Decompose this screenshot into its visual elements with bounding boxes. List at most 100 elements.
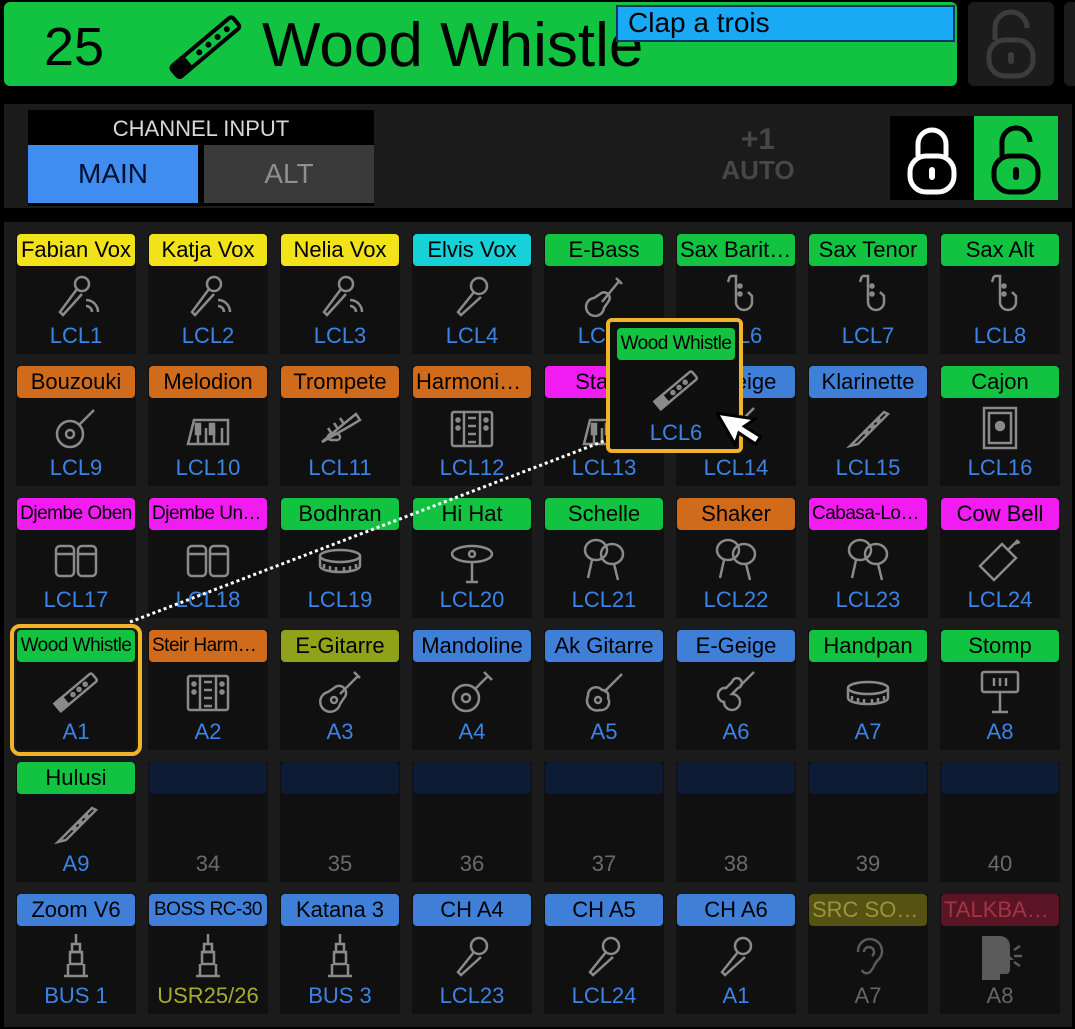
channel-tile-katana-3[interactable]: Katana 3 BUS 3	[280, 894, 400, 1014]
channel-tile-handpan[interactable]: Handpan A7	[808, 630, 928, 750]
wireless-mic-icon	[52, 272, 100, 320]
channel-tile-cow-bell[interactable]: Cow Bell LCL24	[940, 498, 1060, 618]
channel-label: Ak Gitarre	[545, 630, 663, 662]
channel-source: LCL24	[571, 983, 637, 1008]
channel-source: A8	[986, 983, 1014, 1008]
channel-tile-talkback[interactable]: TALKBACK A8	[940, 894, 1060, 1014]
channel-source: LCL1	[49, 323, 103, 348]
channel-source: LCL19	[307, 587, 373, 612]
channel-tile-e-geige[interactable]: E-Geige A6	[676, 630, 796, 750]
channel-source: LCL11	[308, 455, 372, 480]
channel-tile-zoom-v6[interactable]: Zoom V6 BUS 1	[16, 894, 136, 1014]
auto-increment-button[interactable]: +1 AUTO	[718, 123, 798, 185]
channel-source: 39	[855, 851, 881, 876]
channel-name: Wood Whistle	[262, 11, 644, 80]
channel-source: 35	[327, 851, 353, 876]
channel-tile-empty-35[interactable]: 35	[280, 762, 400, 882]
channel-tile-ch-a4[interactable]: CH A4 LCL23	[412, 894, 532, 1014]
channel-label: Fabian Vox	[17, 234, 135, 266]
header-side-panel	[1064, 2, 1075, 86]
channel-source: A9	[62, 851, 90, 876]
channel-label	[809, 762, 927, 794]
channel-label: SRC SOLO	[809, 894, 927, 926]
channel-source: A7	[854, 983, 882, 1008]
auto-plus-label: +1	[740, 123, 776, 156]
clarinet-icon	[844, 404, 892, 452]
channel-label: Hulusi	[17, 762, 135, 794]
channel-tile-hulusi[interactable]: Hulusi A9	[16, 762, 136, 882]
saxophone-icon	[712, 272, 760, 320]
channel-label: Melodion	[149, 366, 267, 398]
channel-tile-steir-harmonika[interactable]: Steir Harmonika A2	[148, 630, 268, 750]
channel-tile-empty-38[interactable]: 38	[676, 762, 796, 882]
channel-name-input[interactable]: Clap a trois	[616, 5, 955, 42]
channel-tile-trompete[interactable]: Trompete LCL11	[280, 366, 400, 486]
channel-source: 37	[591, 851, 617, 876]
channel-tile-ak-gitarre[interactable]: Ak Gitarre A5	[544, 630, 664, 750]
channel-tile-e-gitarre[interactable]: E-Gitarre A3	[280, 630, 400, 750]
whistle-icon	[52, 668, 100, 716]
header-lock-button[interactable]	[968, 2, 1054, 86]
lock-button[interactable]	[890, 116, 974, 200]
accordion-icon	[184, 668, 232, 716]
acoustic-guitar-icon	[580, 668, 628, 716]
channel-label	[413, 762, 531, 794]
channel-tile-wood-whistle[interactable]: Wood Whistle A1	[10, 624, 142, 756]
channel-tile-stomp[interactable]: Stomp A8	[940, 630, 1060, 750]
channel-tile-katja-vox[interactable]: Katja Vox LCL2	[148, 234, 268, 354]
channel-tile-djembe-oben[interactable]: Djembe Oben LCL17	[16, 498, 136, 618]
stomp-icon	[976, 668, 1024, 716]
channel-tile-djembe-unten[interactable]: Djembe Unten LCL18	[148, 498, 268, 618]
channel-source: 34	[195, 851, 221, 876]
cowbell-icon	[976, 536, 1024, 584]
channel-source: LCL24	[967, 587, 1033, 612]
channel-tile-elvis-vox[interactable]: Elvis Vox LCL4	[412, 234, 532, 354]
channel-tile-nelia-vox[interactable]: Nelia Vox LCL3	[280, 234, 400, 354]
channel-grid: Fabian Vox LCL1 Katja Vox LCL2 Nelia Vox LCL3…	[4, 222, 1072, 1027]
channel-tile-fabian-vox[interactable]: Fabian Vox LCL1	[16, 234, 136, 354]
unlock-button[interactable]	[974, 116, 1058, 200]
channel-source: LCL17	[43, 587, 109, 612]
channel-label: Mandoline	[413, 630, 531, 662]
microphone-icon	[448, 272, 496, 320]
channel-tile-sax-alt[interactable]: Sax Alt LCL8	[940, 234, 1060, 354]
channel-source: LCL2	[181, 323, 235, 348]
channel-tile-ch-a5[interactable]: CH A5 LCL24	[544, 894, 664, 1014]
jack-icon	[184, 932, 232, 980]
channel-tile-cabasa-loewe[interactable]: Cabasa-Loewe LCL23	[808, 498, 928, 618]
channel-tile-empty-37[interactable]: 37	[544, 762, 664, 882]
channel-tile-hi-hat[interactable]: Hi Hat LCL20	[412, 498, 532, 618]
channel-tile-mandoline[interactable]: Mandoline A4	[412, 630, 532, 750]
channel-label: Zoom V6	[17, 894, 135, 926]
jack-icon	[316, 932, 364, 980]
channel-label: Cow Bell	[941, 498, 1059, 530]
channel-tile-empty-36[interactable]: 36	[412, 762, 532, 882]
saxophone-icon	[976, 272, 1024, 320]
channel-tile-empty-40[interactable]: 40	[940, 762, 1060, 882]
channel-tile-schelle[interactable]: Schelle LCL21	[544, 498, 664, 618]
channel-tile-bodhran[interactable]: Bodhran LCL19	[280, 498, 400, 618]
channel-input-selector: CHANNEL INPUT MAIN ALT	[28, 110, 374, 206]
channel-label: Elvis Vox	[413, 234, 531, 266]
channel-source: 38	[723, 851, 749, 876]
channel-tile-shaker[interactable]: Shaker LCL22	[676, 498, 796, 618]
channel-tile-empty-39[interactable]: 39	[808, 762, 928, 882]
channel-source: LCL9	[49, 455, 103, 480]
channel-label: Stomp	[941, 630, 1059, 662]
channel-tile-src-solo[interactable]: SRC SOLO A7	[808, 894, 928, 1014]
channel-tile-klarinette[interactable]: Klarinette LCL15	[808, 366, 928, 486]
channel-source: 40	[987, 851, 1013, 876]
channel-tile-bouzouki[interactable]: Bouzouki LCL9	[16, 366, 136, 486]
channel-tile-sax-tenor[interactable]: Sax Tenor LCL7	[808, 234, 928, 354]
main-input-button[interactable]: MAIN	[28, 145, 198, 203]
alt-input-button[interactable]: ALT	[204, 145, 374, 203]
channel-tile-empty-34[interactable]: 34	[148, 762, 268, 882]
channel-source: LCL23	[835, 587, 901, 612]
channel-tile-ch-a6[interactable]: CH A6 A1	[676, 894, 796, 1014]
channel-tile-harmonium[interactable]: Harmonium LCL12	[412, 366, 532, 486]
channel-tile-cajon[interactable]: Cajon LCL16	[940, 366, 1060, 486]
channel-tile-melodion[interactable]: Melodion LCL10	[148, 366, 268, 486]
channel-label: CH A4	[413, 894, 531, 926]
channel-source: LCL15	[835, 455, 901, 480]
channel-tile-boss-rc-30[interactable]: BOSS RC-30 USR25/26	[148, 894, 268, 1014]
